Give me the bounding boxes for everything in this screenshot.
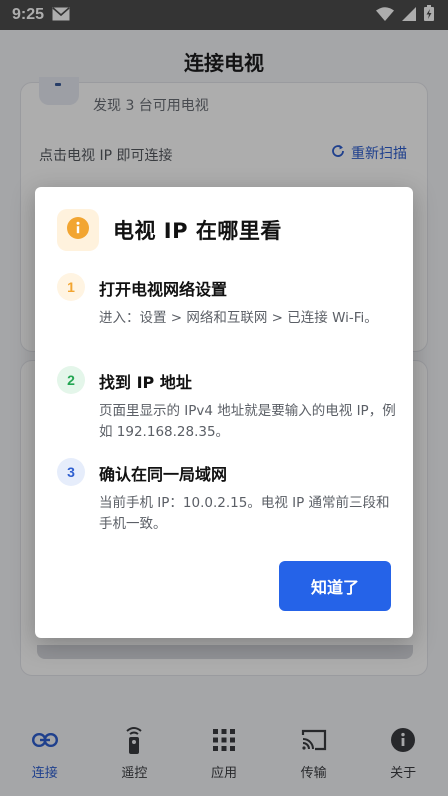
step-title: 确认在同一局域网 [99,465,228,484]
step-title: 打开电视网络设置 [99,280,228,299]
step-title: 找到 IP 地址 [99,373,192,392]
step-number: 1 [57,273,85,301]
step-description: 页面里显示的 IPv4 地址就是要输入的电视 IP，例如 192.168.28.… [99,403,396,440]
tv-ip-help-dialog: 电视 IP 在哪里看 1 打开电视网络设置 进入：设置 > 网络和互联网 > 已… [35,187,413,638]
got-it-button[interactable]: 知道了 [279,561,391,611]
dialog-title: 电视 IP 在哪里看 [113,219,282,243]
step-item: 3 确认在同一局域网 当前手机 IP：10.0.2.15。电视 IP 通常前三段… [57,458,397,535]
step-description: 进入：设置 > 网络和互联网 > 已连接 Wi-Fi。 [99,310,378,326]
info-warning-icon [67,217,89,243]
step-description: 当前手机 IP：10.0.2.15。电视 IP 通常前三段和手机一致。 [99,495,390,532]
step-number: 2 [57,366,85,394]
step-item: 2 找到 IP 地址 页面里显示的 IPv4 地址就是要输入的电视 IP，例如 … [57,366,397,443]
dialog-icon-box [57,209,99,251]
dialog-header: 电视 IP 在哪里看 [57,209,282,251]
step-item: 1 打开电视网络设置 进入：设置 > 网络和互联网 > 已连接 Wi-Fi。 [57,273,397,329]
step-number: 3 [57,458,85,486]
